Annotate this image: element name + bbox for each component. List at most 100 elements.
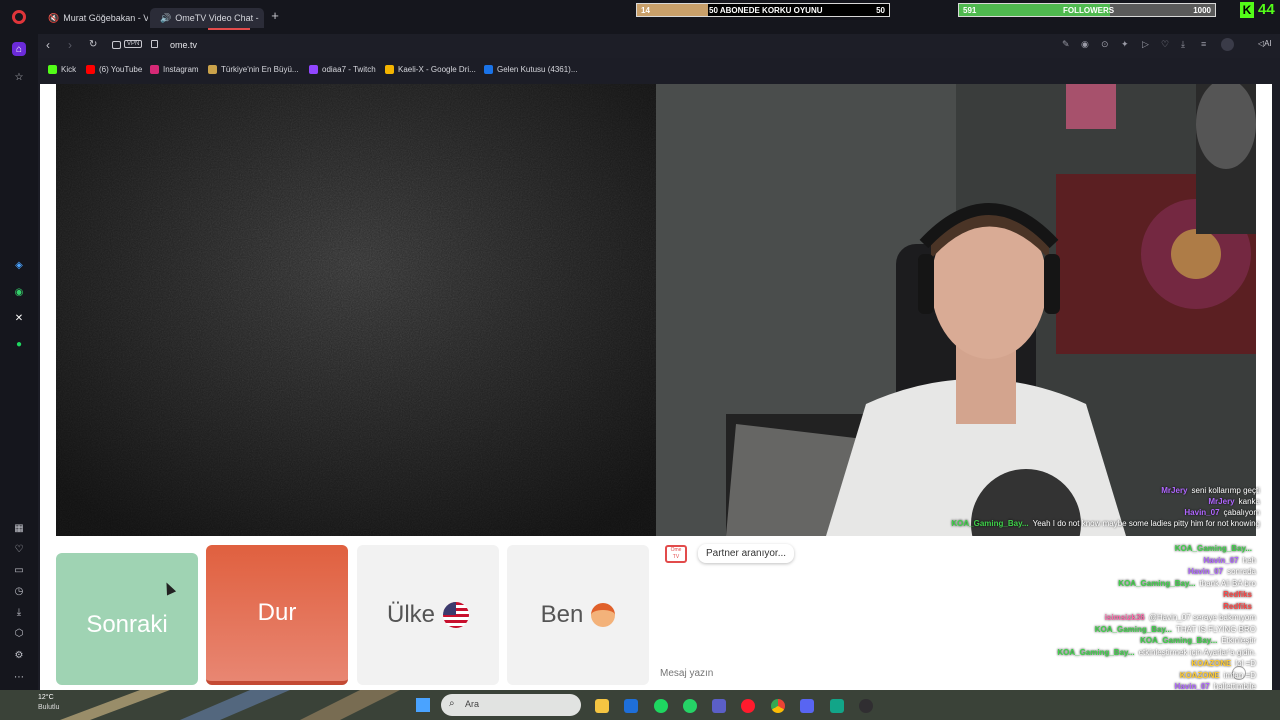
- camera-icon[interactable]: ◉: [1081, 39, 1089, 50]
- heart-icon[interactable]: ♡: [12, 542, 26, 556]
- whatsapp-icon[interactable]: ◉: [12, 285, 26, 299]
- followers-goal-target: 1000: [1193, 6, 1211, 15]
- stream-chat-line: KOAZONE imfan =D: [1180, 671, 1256, 680]
- home-icon[interactable]: ⌂: [12, 42, 26, 56]
- stream-chat-line: Havin_07 sonrada: [1188, 567, 1256, 576]
- stream-chat-line: MrJery kanka: [1208, 497, 1260, 506]
- bookmarks-bar: Kick (6) YouTube Instagram Türkiye'nin E…: [38, 62, 1280, 80]
- taskbar-search[interactable]: ⌕ Ara: [441, 694, 581, 716]
- search-icon: ⌕: [449, 698, 455, 709]
- store-icon[interactable]: [624, 699, 638, 713]
- extensions-cube-icon[interactable]: ⬡: [12, 626, 26, 640]
- bookmark-label: Gelen Kutusu (4361)...: [497, 65, 578, 74]
- spotify-icon[interactable]: ●: [12, 337, 26, 351]
- stream-chat-message: kanka: [1238, 497, 1260, 506]
- forward-icon[interactable]: ›: [68, 38, 72, 52]
- download-icon[interactable]: ⤓: [1181, 39, 1185, 50]
- stream-chat-user: KOA_Gaming_Bay...: [1174, 544, 1252, 553]
- bookmark-youtube[interactable]: (6) YouTube: [86, 65, 142, 74]
- bookmark-twitch[interactable]: odiaa7 - Twitch: [309, 65, 376, 74]
- x-twitter-icon[interactable]: ✕: [12, 311, 26, 325]
- tabs-icon[interactable]: ▭: [12, 563, 26, 577]
- windows-start-icon[interactable]: [416, 698, 430, 712]
- stream-chat-line: KOA_Gaming_Bay...: [1175, 544, 1256, 553]
- vpn-badge[interactable]: VPN: [124, 40, 143, 48]
- aria-ai-icon[interactable]: ◁AI: [1258, 39, 1272, 48]
- history-icon[interactable]: ◷: [12, 584, 26, 598]
- stop-button-label: Dur: [257, 599, 297, 626]
- stream-chat-line: Havin_07 çabalıyom: [1184, 508, 1260, 517]
- shield-icon[interactable]: ⊙: [1101, 39, 1109, 50]
- discord-icon[interactable]: [800, 699, 814, 713]
- url-field[interactable]: ome.tv: [170, 40, 197, 50]
- stream-chat-message: heh: [1242, 555, 1256, 565]
- opera-menu-icon[interactable]: [12, 10, 26, 24]
- spotify-taskbar-icon[interactable]: [654, 699, 668, 713]
- stream-chat-line: KOA_Gaming_Bay... etkinleştirmek için Aya…: [1057, 648, 1256, 657]
- bookmark-turkiye[interactable]: Türkiye'nin En Büyü...: [208, 65, 299, 74]
- tab-murat[interactable]: 🔇 Murat Göğebakan - V: [38, 8, 148, 28]
- chrome-icon[interactable]: [771, 699, 785, 713]
- whatsapp-taskbar-icon[interactable]: [683, 699, 697, 713]
- kick-icon: [48, 65, 57, 74]
- more-icon[interactable]: ⋯: [12, 670, 26, 684]
- speaker-icon: 🔊: [160, 12, 172, 23]
- profile-icon[interactable]: [1221, 38, 1234, 51]
- app-green-icon[interactable]: [830, 699, 844, 713]
- stream-chat-user: KOAZONE: [1191, 659, 1232, 668]
- stream-chat-message: lol =D: [1235, 659, 1256, 668]
- stream-chat-user: Havin_07: [1203, 555, 1239, 565]
- country-button[interactable]: Ülke: [357, 545, 499, 685]
- windows-taskbar: 12°C Bulutlu ⌕ Ara: [0, 690, 1280, 720]
- mail-icon: [484, 65, 493, 74]
- edit-icon[interactable]: ✎: [1062, 39, 1070, 50]
- browser-tab-bar: 🔇 Murat Göğebakan - V 🔊 OmeTV Video Chat…: [0, 0, 1280, 34]
- followers-goal-label: FOLLOWERS: [1063, 6, 1115, 15]
- weather-temp[interactable]: 12°C: [38, 694, 54, 701]
- teams-icon[interactable]: [712, 699, 726, 713]
- file-explorer-icon[interactable]: [595, 699, 609, 713]
- me-button[interactable]: Ben: [507, 545, 649, 685]
- stream-chat-user: Redfiks: [1223, 590, 1252, 599]
- twitch-icon: [309, 65, 318, 74]
- stream-chat-user: KOAZONE: [1179, 670, 1220, 680]
- stream-chat-message: çabalıyom: [1223, 508, 1260, 517]
- stop-button[interactable]: Dur: [206, 545, 348, 685]
- stream-chat-line: KOA_Gaming_Bay... THAT IS FLYING BRO: [1095, 625, 1256, 634]
- tab-playing-indicator: [208, 28, 250, 30]
- heart-icon[interactable]: ♡: [1161, 39, 1169, 50]
- google-drive-icon: [385, 65, 394, 74]
- back-icon[interactable]: ‹: [46, 38, 50, 52]
- next-button[interactable]: Sonraki: [56, 553, 198, 685]
- stream-chat-line: isimsizk36 @Havin_07 seraye bakmıyom: [1105, 613, 1256, 622]
- extensions-icon[interactable]: ✦: [1121, 39, 1129, 50]
- us-flag-icon: [443, 602, 469, 628]
- new-tab-plus-icon[interactable]: +: [268, 9, 282, 23]
- menu-icon[interactable]: ≡: [1201, 39, 1206, 49]
- bookmark-label: odiaa7 - Twitch: [322, 65, 376, 74]
- downloads-icon[interactable]: ⤓: [12, 605, 26, 619]
- messenger-icon[interactable]: ◈: [12, 258, 26, 272]
- star-icon[interactable]: ☆: [12, 70, 26, 84]
- bookmark-instagram[interactable]: Instagram: [150, 65, 199, 74]
- obs-icon[interactable]: [859, 699, 873, 713]
- browser-sidebar: ⌂ ☆ ◈ ◉ ✕ ● ▦ ♡ ▭ ◷ ⤓ ⬡ ⚙ ⋯: [0, 34, 38, 690]
- tab-ometv[interactable]: 🔊 OmeTV Video Chat -: [150, 8, 264, 28]
- page-icon[interactable]: [112, 41, 121, 49]
- settings-gear-icon[interactable]: ⚙: [12, 648, 26, 662]
- stream-chat-overlay-top: MrJery seni kollarımp geçti MrJery kanka Hav…: [951, 486, 1270, 538]
- country-button-label: Ülke: [386, 601, 435, 628]
- stream-chat-line: MrJery seni kollarımp geçti: [1161, 486, 1260, 495]
- subscriber-goal-current: 14: [641, 6, 650, 15]
- bookmark-drive[interactable]: Kaeli-X - Google Dri...: [385, 65, 476, 74]
- followers-goal-bar: 591 FOLLOWERS 1000: [958, 3, 1216, 17]
- tab-label: OmeTV Video Chat -: [175, 13, 259, 23]
- bookmark-kick[interactable]: Kick: [48, 65, 76, 74]
- partner-video-static: [56, 84, 656, 536]
- lock-icon: [151, 40, 158, 48]
- workspaces-icon[interactable]: ▦: [12, 521, 26, 535]
- play-icon[interactable]: ▷: [1142, 39, 1149, 50]
- bookmark-inbox[interactable]: Gelen Kutusu (4361)...: [484, 65, 578, 74]
- reload-icon[interactable]: ↻: [89, 39, 97, 50]
- opera-taskbar-icon[interactable]: [741, 699, 755, 713]
